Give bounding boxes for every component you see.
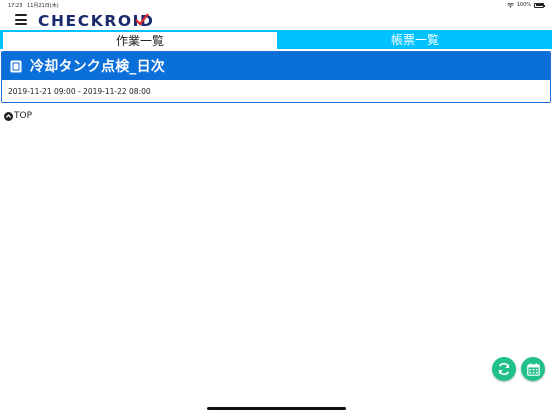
- report-title: 冷却タンク点検_日次: [30, 59, 165, 75]
- battery-icon: [534, 2, 545, 8]
- tab-report-list[interactable]: 帳票一覧: [278, 30, 552, 49]
- tab-bar: 作業一覧 帳票一覧: [0, 30, 552, 49]
- refresh-icon: [498, 362, 510, 376]
- status-date: 11月21日(木): [27, 2, 59, 9]
- calendar-button[interactable]: [521, 357, 545, 381]
- battery-percent: 100%: [516, 2, 531, 8]
- report-period: 2019-11-21 09:00 - 2019-11-22 08:00: [2, 80, 550, 102]
- arrow-up-circle-icon: [4, 111, 13, 121]
- status-time: 17:23: [8, 2, 23, 9]
- document-icon: [10, 60, 22, 72]
- hamburger-menu-icon[interactable]: [15, 14, 27, 25]
- app-screen: 17:23 11月21日(木) 100% CHECKROID 作業一覧 帳票一覧…: [0, 0, 552, 414]
- status-right: 100%: [506, 2, 545, 8]
- home-indicator: [207, 407, 346, 410]
- refresh-button[interactable]: [492, 357, 516, 381]
- top-link-label: TOP: [14, 111, 33, 121]
- checkroid-logo: CHECKROID: [38, 12, 153, 28]
- tab-report-list-label: 帳票一覧: [390, 33, 439, 47]
- report-title-bar: 冷却タンク点検_日次: [2, 52, 550, 80]
- report-card[interactable]: 冷却タンク点検_日次 2019-11-21 09:00 - 2019-11-22…: [1, 51, 551, 103]
- top-link[interactable]: TOP: [4, 111, 32, 121]
- tab-work-list[interactable]: 作業一覧: [2, 31, 278, 49]
- app-header: CHECKROID: [0, 10, 552, 30]
- wifi-icon: [506, 2, 514, 8]
- calendar-icon: [526, 362, 540, 376]
- logo: CHECKROID: [38, 11, 178, 29]
- status-left: 17:23 11月21日(木): [8, 2, 62, 9]
- status-bar: 17:23 11月21日(木) 100%: [0, 0, 552, 10]
- tab-work-list-label: 作業一覧: [115, 34, 164, 48]
